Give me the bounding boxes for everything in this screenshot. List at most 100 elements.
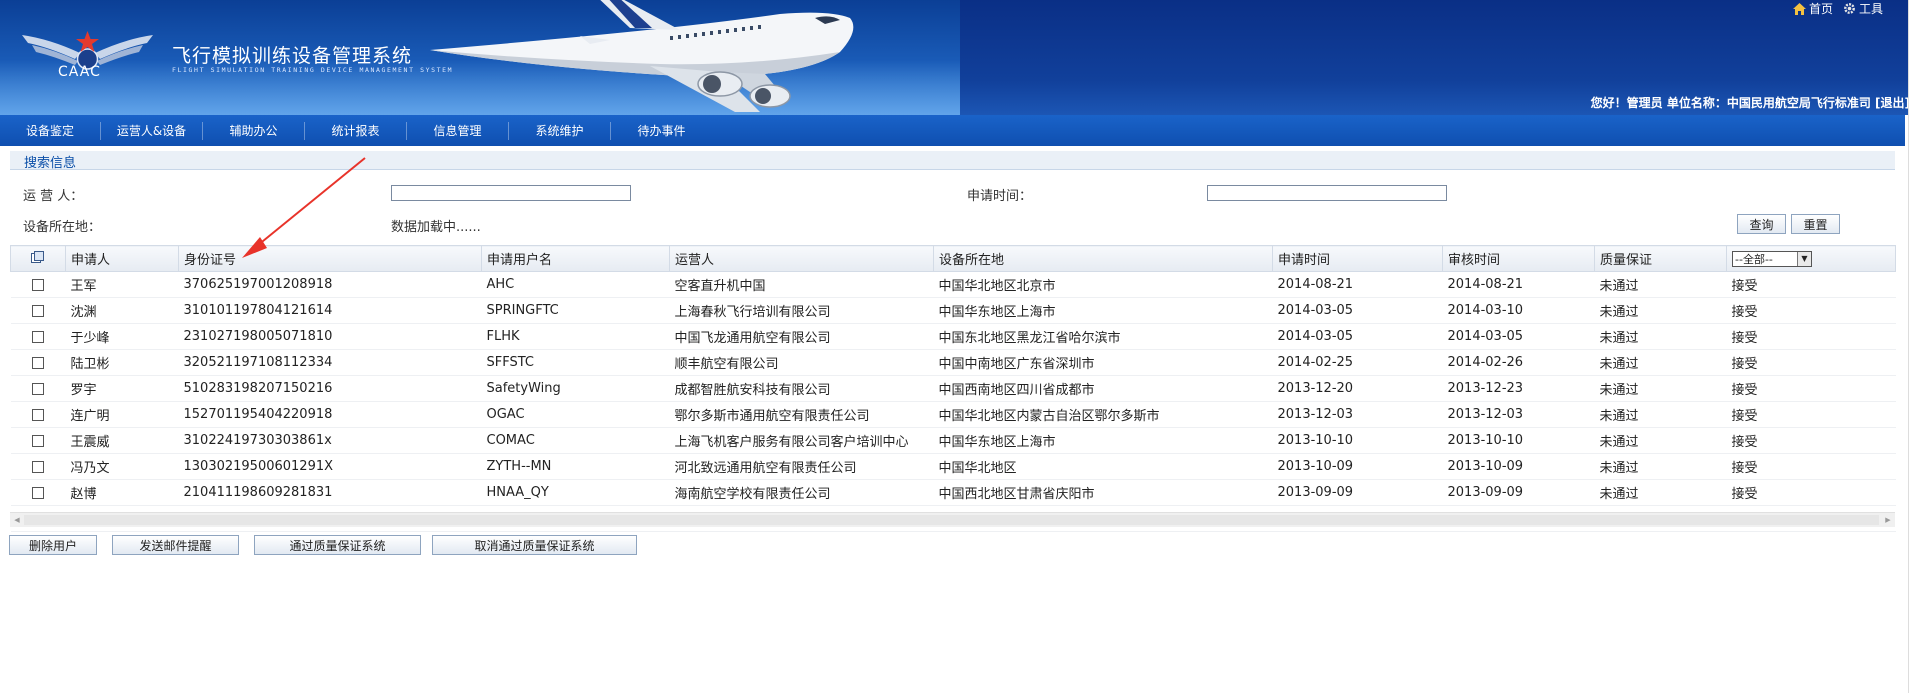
nav-item-info-management[interactable]: 信息管理	[407, 121, 509, 140]
user-info[interactable]: 您好！管理员 单位名称：中国民用航空局飞行标准司 [退出]	[1591, 94, 1910, 111]
cell-apply-time: 2013-12-03	[1272, 401, 1443, 428]
home-link[interactable]: 首页	[1792, 0, 1833, 17]
row-checkbox[interactable]	[31, 330, 44, 343]
nav-item-reports[interactable]: 统计报表	[305, 121, 407, 140]
row-checkbox[interactable]	[31, 434, 44, 447]
row-checkbox-cell[interactable]	[10, 297, 66, 324]
row-checkbox-cell[interactable]	[10, 401, 66, 428]
status-filter-select[interactable]: --全部-- ▼	[1732, 250, 1812, 267]
cell-decision: 接受	[1726, 427, 1896, 454]
apply-time-input[interactable]	[1207, 185, 1447, 201]
cell-username: OGAC	[481, 401, 670, 428]
cell-username: SFFSTC	[481, 349, 670, 376]
cell-review-time: 2013-12-23	[1442, 375, 1595, 402]
row-checkbox-cell[interactable]	[10, 349, 66, 376]
nav-item-system-maintenance[interactable]: 系统维护	[509, 121, 611, 140]
cell-decision: 接受	[1726, 401, 1896, 428]
col-header-apply-time[interactable]: 申请时间	[1272, 245, 1443, 272]
cell-applicant: 罗宇	[65, 375, 179, 402]
cell-username: COMAC	[481, 427, 670, 454]
table-row[interactable]: 冯乃文 13030219500601291X ZYTH--MN 河北致远通用航空有限责…	[10, 453, 1896, 480]
reset-button[interactable]: 重置	[1791, 214, 1840, 234]
cell-review-time: 2013-09-09	[1442, 479, 1595, 506]
col-header-username[interactable]: 申请用户名	[481, 245, 670, 272]
cell-decision: 接受	[1726, 323, 1896, 350]
col-header-operator[interactable]: 运营人	[669, 245, 934, 272]
cell-quality: 未通过	[1594, 349, 1727, 376]
cell-apply-time: 2013-09-09	[1272, 479, 1443, 506]
cell-operator: 河北致远通用航空有限责任公司	[669, 453, 934, 480]
chevron-down-icon[interactable]: ▼	[1797, 251, 1811, 266]
search-section-header: 搜索信息	[10, 151, 1895, 171]
cell-operator: 上海春秋飞行培训有限公司	[669, 297, 934, 324]
col-header-quality[interactable]: 质量保证	[1594, 245, 1727, 272]
col-header-applicant[interactable]: 申请人	[65, 245, 179, 272]
cell-review-time: 2013-10-10	[1442, 427, 1595, 454]
cell-location: 中国西南地区四川省成都市	[933, 375, 1273, 402]
cell-operator: 空客直升机中国	[669, 271, 934, 298]
cell-applicant: 王震威	[65, 427, 179, 454]
cell-review-time: 2013-10-09	[1442, 453, 1595, 480]
row-checkbox[interactable]	[31, 356, 44, 369]
table-row[interactable]: 罗宇 510283198207150216 SafetyWing 成都智胜航安科技有限…	[10, 375, 1896, 402]
row-checkbox[interactable]	[31, 486, 44, 499]
send-mail-button[interactable]: 发送邮件提醒	[112, 535, 239, 555]
select-all-header[interactable]	[10, 245, 66, 272]
table-row[interactable]: 连广明 152701195404220918 OGAC 鄂尔多斯市通用航空有限责任公司…	[10, 401, 1896, 428]
row-checkbox-cell[interactable]	[10, 479, 66, 506]
scroll-right-icon[interactable]: ▶	[1883, 515, 1893, 525]
table-row[interactable]: 王震威 31022419730303861x COMAC 上海飞机客户服务有限公司客户…	[10, 427, 1896, 454]
cell-decision: 接受	[1726, 271, 1896, 298]
select-all-icon[interactable]	[30, 250, 45, 263]
col-header-status-filter[interactable]: --全部-- ▼	[1726, 245, 1896, 272]
row-checkbox-cell[interactable]	[10, 427, 66, 454]
col-header-id-number[interactable]: 身份证号	[178, 245, 482, 272]
cell-operator: 海南航空学校有限责任公司	[669, 479, 934, 506]
col-header-review-time[interactable]: 审核时间	[1442, 245, 1595, 272]
row-checkbox[interactable]	[31, 382, 44, 395]
pass-qa-button[interactable]: 通过质量保证系统	[254, 535, 421, 555]
table-row[interactable]: 陆卫彬 320521197108112334 SFFSTC 顺丰航空有限公司 中国中南地…	[10, 349, 1896, 376]
cell-quality: 未通过	[1594, 271, 1727, 298]
row-checkbox[interactable]	[31, 278, 44, 291]
col-header-location[interactable]: 设备所在地	[933, 245, 1273, 272]
nav-item-pending-events[interactable]: 待办事件	[611, 122, 712, 140]
delete-user-button[interactable]: 删除用户	[9, 535, 97, 555]
cell-operator: 成都智胜航安科技有限公司	[669, 375, 934, 402]
row-checkbox-cell[interactable]	[10, 453, 66, 480]
scrollbar-thumb[interactable]	[24, 515, 1879, 525]
scroll-left-icon[interactable]: ◀	[12, 515, 22, 525]
cell-apply-time: 2014-03-05	[1272, 323, 1443, 350]
cell-quality: 未通过	[1594, 401, 1727, 428]
table-row[interactable]: 于少峰 231027198005071810 FLHK 中国飞龙通用航空有限公司 中国东…	[10, 323, 1896, 350]
row-checkbox-cell[interactable]	[10, 323, 66, 350]
cell-location: 中国华东地区上海市	[933, 427, 1273, 454]
cell-review-time: 2014-02-26	[1442, 349, 1595, 376]
cell-apply-time: 2014-02-25	[1272, 349, 1443, 376]
query-button[interactable]: 查询	[1737, 214, 1786, 234]
status-filter-value: --全部--	[1735, 252, 1773, 266]
nav-item-device-appraisal[interactable]: 设备鉴定	[0, 121, 101, 140]
horizontal-scrollbar[interactable]: ◀ ▶	[10, 512, 1895, 527]
cell-location: 中国东北地区黑龙江省哈尔滨市	[933, 323, 1273, 350]
cell-location: 中国西北地区甘肃省庆阳市	[933, 479, 1273, 506]
nav-item-operator-device[interactable]: 运营人&设备	[101, 121, 203, 140]
table-row[interactable]: 沈渊 310101197804121614 SPRINGFTC 上海春秋飞行培训有限公…	[10, 297, 1896, 324]
cell-operator: 鄂尔多斯市通用航空有限责任公司	[669, 401, 934, 428]
operator-input[interactable]	[391, 185, 631, 201]
tools-link[interactable]: 工具	[1843, 0, 1883, 17]
row-checkbox[interactable]	[31, 408, 44, 421]
nav-item-office[interactable]: 辅助办公	[203, 121, 305, 140]
cancel-qa-button[interactable]: 取消通过质量保证系统	[432, 535, 637, 555]
operator-label: 运 营 人：	[23, 189, 84, 204]
cell-review-time: 2014-03-10	[1442, 297, 1595, 324]
row-checkbox[interactable]	[31, 304, 44, 317]
cell-id-number: 231027198005071810	[178, 323, 482, 350]
row-checkbox-cell[interactable]	[10, 271, 66, 298]
table-row[interactable]: 王军 370625197001208918 AHC 空客直升机中国 中国华北地区北京市 2…	[10, 271, 1896, 298]
row-checkbox-cell[interactable]	[10, 375, 66, 402]
row-checkbox[interactable]	[31, 460, 44, 473]
table-row[interactable]: 赵博 210411198609281831 HNAA_QY 海南航空学校有限责任公司中…	[10, 479, 1896, 506]
cell-operator: 上海飞机客户服务有限公司客户培训中心	[669, 427, 934, 454]
apply-time-label: 申请时间：	[967, 189, 1033, 204]
